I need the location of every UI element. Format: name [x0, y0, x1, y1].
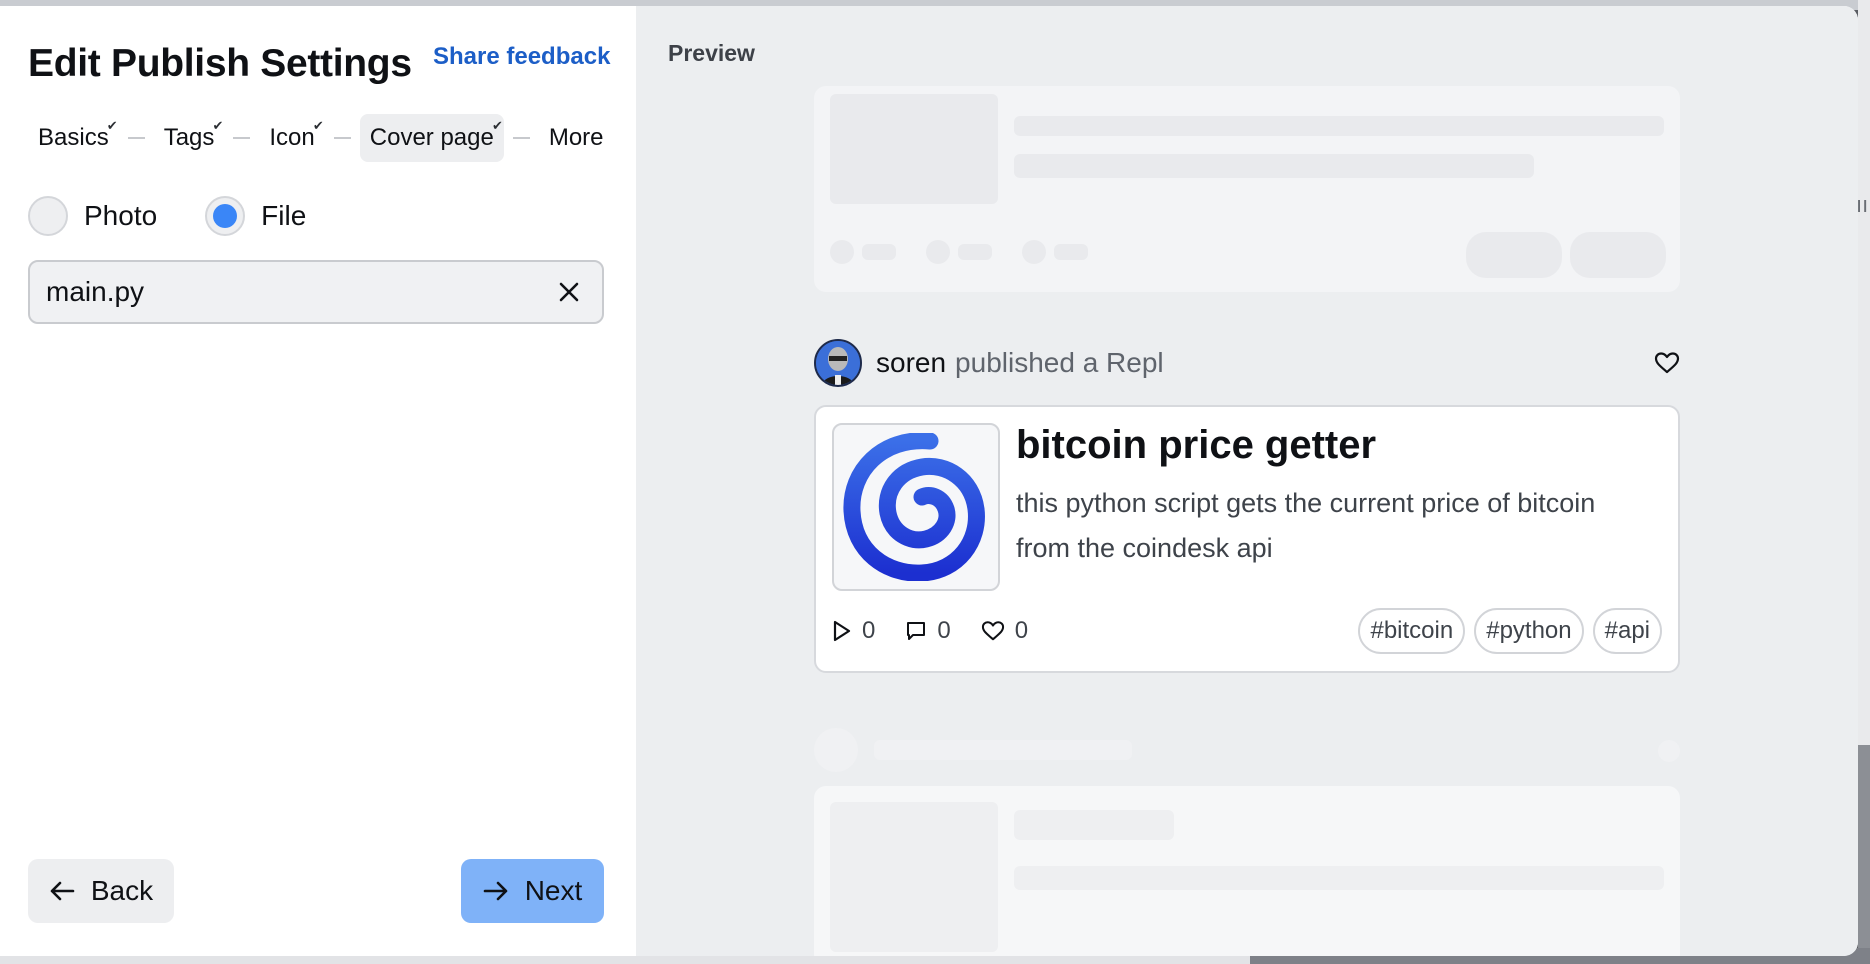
- skeleton-block: [1014, 810, 1174, 840]
- skeleton-block: [874, 740, 1132, 760]
- clear-file-button[interactable]: [554, 277, 584, 307]
- like-count-value: 0: [1014, 617, 1029, 644]
- skeleton-pill: [1570, 232, 1666, 278]
- skeleton-dot: [830, 240, 854, 264]
- comment-icon: [907, 622, 926, 640]
- step-label: Basics: [38, 124, 109, 151]
- skeleton-dot: [926, 240, 950, 264]
- comment-count-value: 0: [937, 617, 951, 644]
- radio-button[interactable]: [205, 196, 246, 236]
- step-tags[interactable]: Tags ✔: [154, 114, 225, 162]
- check-icon: ✔: [491, 118, 503, 133]
- modal-title: Edit Publish Settings: [28, 42, 412, 85]
- skeleton-block: [1014, 866, 1664, 890]
- skeleton-dot: [814, 728, 858, 772]
- publish-settings-modal: Edit Publish Settings Share feedback Bas…: [0, 6, 1858, 956]
- skeleton-block: [830, 94, 998, 204]
- repl-title: bitcoin price getter: [1016, 423, 1377, 467]
- check-icon: ✔: [212, 118, 224, 133]
- check-icon: ✔: [312, 118, 324, 133]
- step-basics[interactable]: Basics ✔: [28, 114, 119, 162]
- arrow-right-icon: [483, 880, 509, 902]
- like-count[interactable]: 0: [981, 617, 1028, 645]
- backdrop-shadow: [1858, 745, 1870, 964]
- step-navigation: Basics ✔ Tags ✔ Icon ✔ Cover page ✔ More: [28, 112, 614, 164]
- step-divider: [127, 137, 145, 139]
- post-header: soren published a Repl: [814, 339, 1680, 387]
- radio-option-file[interactable]: File: [205, 196, 306, 236]
- skeleton-dot: [1022, 240, 1046, 264]
- comment-count: 0: [905, 617, 951, 645]
- radio-option-photo[interactable]: Photo: [28, 196, 157, 236]
- tag-api[interactable]: #api: [1592, 608, 1662, 654]
- repl-description: this python script gets the current pric…: [1016, 488, 1596, 563]
- step-divider: [333, 137, 351, 139]
- radio-label: Photo: [84, 200, 158, 231]
- skeleton-block: [1054, 244, 1088, 260]
- settings-panel: Edit Publish Settings Share feedback Bas…: [0, 6, 636, 956]
- radio-selected-dot: [213, 204, 238, 228]
- file-select-field[interactable]: main.py: [28, 260, 604, 324]
- play-icon: [833, 620, 851, 642]
- user-portrait-icon: [816, 341, 860, 385]
- run-count: 0: [832, 617, 875, 645]
- skeleton-block: [1014, 154, 1534, 178]
- tag-python[interactable]: #python: [1474, 608, 1584, 654]
- cover-image: [832, 423, 1000, 591]
- skeleton-card: [814, 786, 1680, 956]
- repl-tags: #bitcoin #python #api: [1349, 608, 1662, 654]
- preview-panel: Preview soren published a Repl bitcoin p…: [636, 6, 1858, 956]
- close-icon: [559, 282, 579, 302]
- run-count-value: 0: [862, 617, 876, 644]
- post-action-text: published a Repl: [955, 347, 1164, 378]
- skeleton-dot: [1658, 740, 1680, 762]
- next-label: Next: [524, 875, 583, 906]
- step-icon[interactable]: Icon ✔: [259, 114, 324, 162]
- step-label: Tags: [163, 124, 215, 151]
- skeleton-card: [814, 86, 1680, 292]
- heart-icon[interactable]: [1654, 351, 1680, 380]
- back-button[interactable]: Back: [28, 859, 174, 923]
- radio-label: File: [261, 200, 307, 231]
- step-label: Cover page: [369, 124, 494, 151]
- skeleton-block: [862, 244, 896, 260]
- arrow-left-icon: [49, 880, 75, 902]
- spiral-icon: [843, 433, 985, 581]
- back-label: Back: [90, 875, 154, 906]
- step-divider: [233, 137, 251, 139]
- preview-label: Preview: [668, 40, 755, 66]
- heart-icon: [981, 621, 1004, 641]
- post-author: soren: [876, 347, 947, 378]
- cover-source-radio-group: Photo File: [28, 196, 354, 236]
- skeleton-block: [830, 802, 998, 952]
- repl-preview-card[interactable]: bitcoin price getter this python script …: [814, 405, 1680, 673]
- step-cover-page[interactable]: Cover page ✔: [359, 114, 504, 162]
- tag-bitcoin[interactable]: #bitcoin: [1358, 608, 1466, 654]
- skeleton-pill: [1466, 232, 1562, 278]
- radio-button[interactable]: [28, 196, 68, 236]
- repl-stats: 0 0 0: [832, 617, 1058, 645]
- skeleton-block: [958, 244, 992, 260]
- share-feedback-link[interactable]: Share feedback: [433, 43, 610, 71]
- file-value: main.py: [46, 276, 145, 307]
- check-icon: ✔: [106, 118, 118, 133]
- step-label: Icon: [269, 124, 315, 151]
- backdrop-text-fragment: ıı: [1856, 192, 1869, 217]
- step-more[interactable]: More: [539, 114, 614, 162]
- step-label: More: [548, 124, 604, 151]
- step-divider: [512, 137, 530, 139]
- avatar: [814, 339, 862, 387]
- next-button[interactable]: Next: [461, 859, 604, 923]
- skeleton-block: [1014, 116, 1664, 136]
